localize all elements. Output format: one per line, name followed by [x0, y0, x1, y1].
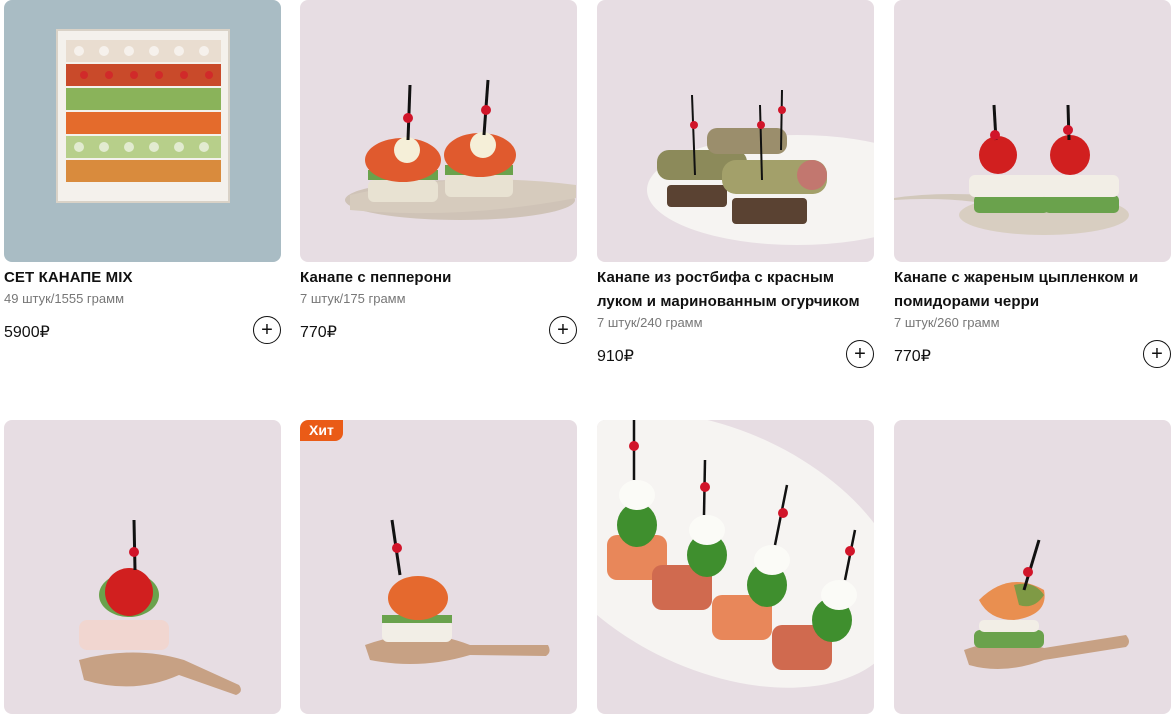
- product-card[interactable]: Канапе с пепперони 7 штук/175 грамм 770₽…: [300, 0, 577, 352]
- hit-badge: Хит: [300, 420, 343, 441]
- canape-illustration: [597, 420, 874, 688]
- add-to-cart-button[interactable]: +: [549, 316, 577, 344]
- product-image-ham[interactable]: [4, 420, 281, 714]
- product-image-pepperoni[interactable]: [300, 0, 577, 262]
- canape-illustration: [894, 104, 1129, 235]
- add-to-cart-button[interactable]: +: [1143, 340, 1171, 368]
- product-weight: 7 штук/260 грамм: [894, 315, 1000, 330]
- canape-illustration: [647, 89, 874, 245]
- canape-illustration: [79, 519, 241, 695]
- canape-illustration: [365, 519, 550, 664]
- product-image-prosciutto[interactable]: [597, 420, 874, 714]
- product-title[interactable]: Канапе с жареным цыпленком и помидорами …: [894, 266, 1171, 314]
- product-image-chicken[interactable]: [894, 0, 1171, 262]
- product-image-salmon[interactable]: Хит: [300, 420, 577, 714]
- plus-icon: +: [261, 319, 273, 341]
- canape-illustration: [345, 79, 576, 220]
- product-weight: 7 штук/175 грамм: [300, 291, 406, 306]
- product-title[interactable]: СЕТ КАНАПЕ MIX: [4, 266, 281, 290]
- product-image-set-mix[interactable]: [4, 0, 281, 262]
- plus-icon: +: [854, 343, 866, 365]
- product-card[interactable]: [597, 420, 874, 714]
- add-to-cart-button[interactable]: +: [253, 316, 281, 344]
- product-image-roastbeef[interactable]: [597, 0, 874, 262]
- product-title[interactable]: Канапе из ростбифа с красным луком и мар…: [597, 266, 874, 314]
- plus-icon: +: [1151, 343, 1163, 365]
- product-price: 770₽: [894, 348, 931, 365]
- product-title[interactable]: Канапе с пепперони: [300, 266, 577, 290]
- product-card[interactable]: [894, 420, 1171, 714]
- product-card[interactable]: [4, 420, 281, 714]
- canape-tray-illustration: [56, 29, 230, 203]
- plus-icon: +: [557, 319, 569, 341]
- product-price: 770₽: [300, 324, 337, 341]
- product-price: 5900₽: [4, 324, 50, 341]
- add-to-cart-button[interactable]: +: [846, 340, 874, 368]
- product-weight: 7 штук/240 грамм: [597, 315, 703, 330]
- product-image-shrimp[interactable]: [894, 420, 1171, 714]
- product-price: 910₽: [597, 348, 634, 365]
- product-card[interactable]: Хит: [300, 420, 577, 714]
- canape-illustration: [964, 539, 1129, 669]
- product-card[interactable]: СЕТ КАНАПЕ MIX 49 штук/1555 грамм 5900₽ …: [4, 0, 281, 352]
- product-card[interactable]: Канапе с жареным цыпленком и помидорами …: [894, 0, 1171, 376]
- product-card[interactable]: Канапе из ростбифа с красным луком и мар…: [597, 0, 874, 376]
- product-weight: 49 штук/1555 грамм: [4, 291, 125, 306]
